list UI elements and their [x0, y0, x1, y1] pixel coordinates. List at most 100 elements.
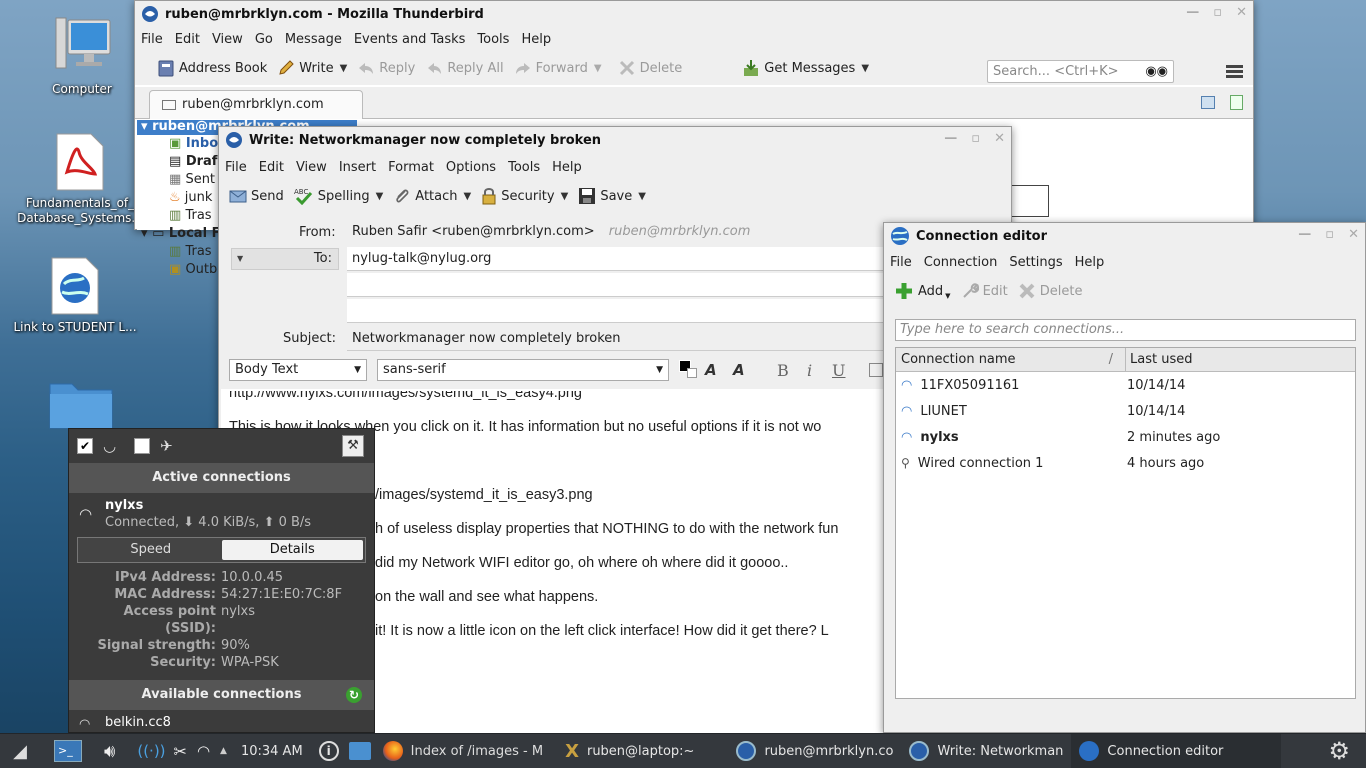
clock[interactable]: 10:34 AM	[241, 744, 303, 759]
settings-wrench-icon[interactable]: ⚒	[342, 435, 364, 457]
menu-settings[interactable]: Settings	[1009, 255, 1062, 270]
info-icon[interactable]: i	[318, 741, 339, 761]
networking-enabled-checkbox[interactable]: ✔	[77, 438, 93, 454]
reply-button[interactable]: Reply	[357, 59, 415, 77]
address-book-button[interactable]: Address Book	[157, 59, 267, 77]
paragraph-format-select[interactable]: Body Text ▼	[229, 359, 367, 381]
active-connection-item[interactable]: ◠ nylxs Connected, ⬇ 4.0 KiB/s, ⬆ 0 B/s	[69, 493, 374, 537]
task-firefox[interactable]: Index of /images - M	[375, 734, 551, 768]
chevron-down-icon[interactable]: ▼	[638, 191, 646, 202]
settings-gear-icon[interactable]: ⚙	[1328, 737, 1350, 765]
forward-button[interactable]: Forward ▼	[514, 59, 602, 77]
search-box[interactable]: Search... <Ctrl+K> ◉◉	[987, 60, 1174, 83]
app-menu-icon[interactable]	[1226, 65, 1243, 78]
menu-file[interactable]: File	[141, 32, 163, 47]
scissors-icon[interactable]: ✂	[174, 742, 187, 761]
wifi-tray-icon[interactable]: ((·))	[137, 742, 165, 760]
maximize-icon[interactable]: ▫	[1213, 5, 1222, 20]
bold-icon[interactable]: B	[777, 361, 789, 380]
underline-icon[interactable]: U	[832, 361, 845, 380]
delete-connection-button[interactable]: Delete	[1018, 282, 1082, 300]
close-icon[interactable]: ✕	[994, 131, 1005, 146]
search-input[interactable]: Search... <Ctrl+K>	[993, 64, 1119, 79]
minimize-icon[interactable]: —	[1298, 227, 1311, 242]
menu-events-tasks[interactable]: Events and Tasks	[354, 32, 466, 47]
menu-tools[interactable]: Tools	[508, 160, 540, 175]
minimize-icon[interactable]: —	[1186, 5, 1199, 20]
italic-icon[interactable]: i	[807, 361, 812, 380]
connection-row[interactable]: ◠ nylxs 2 minutes ago	[897, 424, 1355, 450]
menu-options[interactable]: Options	[446, 160, 496, 175]
connection-editor-titlebar[interactable]: Connection editor — ▫ ✕	[884, 223, 1365, 249]
font-larger-icon[interactable]: A	[733, 361, 745, 379]
menu-view[interactable]: View	[212, 32, 243, 47]
chevron-down-icon[interactable]: ▼	[340, 63, 348, 74]
font-select[interactable]: sans-serif ▼	[377, 359, 669, 381]
close-icon[interactable]: ✕	[1348, 227, 1359, 242]
desktop-icon-link[interactable]: Link to STUDENT L...	[10, 256, 140, 334]
menu-message[interactable]: Message	[285, 32, 342, 47]
save-button[interactable]: Save ▼	[578, 187, 646, 205]
chevron-down-icon[interactable]: ▼	[861, 63, 869, 74]
refresh-icon[interactable]: ↻	[346, 687, 362, 703]
network-tray-icon[interactable]: ◠	[197, 742, 210, 760]
menu-connection[interactable]: Connection	[924, 255, 998, 270]
message-pane-box[interactable]	[1011, 185, 1049, 217]
delete-button[interactable]: Delete	[618, 59, 682, 77]
edit-connection-button[interactable]: Edit	[961, 282, 1008, 300]
menu-file[interactable]: File	[890, 255, 912, 270]
tray-expand-icon[interactable]: ▲	[220, 746, 227, 756]
menu-edit[interactable]: Edit	[259, 160, 284, 175]
spelling-button[interactable]: ABC Spelling ▼	[294, 187, 384, 205]
chevron-down-icon[interactable]: ▼	[945, 292, 950, 300]
folder-icon[interactable]	[48, 378, 114, 430]
task-thunderbird[interactable]: ruben@mrbrklyn.co	[728, 734, 901, 768]
to-type-dropdown[interactable]: ▼ To:	[231, 248, 339, 270]
menu-insert[interactable]: Insert	[339, 160, 376, 175]
volume-icon[interactable]: 🔊︎	[104, 741, 115, 762]
maximize-icon[interactable]: ▫	[1325, 227, 1334, 242]
menu-edit[interactable]: Edit	[175, 32, 200, 47]
layout-icon[interactable]	[1201, 96, 1215, 109]
security-button[interactable]: Security ▼	[481, 187, 568, 205]
menu-format[interactable]: Format	[388, 160, 434, 175]
tab-speed[interactable]: Speed	[80, 540, 222, 560]
desktop-icon-computer[interactable]: Computer	[17, 14, 147, 96]
attach-button[interactable]: Attach ▼	[393, 187, 471, 205]
reply-all-button[interactable]: Reply All	[425, 59, 504, 77]
get-messages-button[interactable]: Get Messages ▼	[742, 59, 869, 77]
calendar-icon[interactable]	[1230, 95, 1243, 110]
thunderbird-titlebar[interactable]: ruben@mrbrklyn.com - Mozilla Thunderbird…	[135, 1, 1253, 27]
minimize-icon[interactable]: —	[944, 131, 957, 146]
bullet-list-icon[interactable]	[869, 363, 883, 377]
text-color-bg-swatch[interactable]	[687, 368, 697, 378]
add-connection-button[interactable]: Add ▼	[894, 281, 951, 301]
folder-taskbar-icon[interactable]	[348, 742, 371, 760]
font-smaller-icon[interactable]: A	[705, 361, 717, 379]
menu-view[interactable]: View	[296, 160, 327, 175]
airplane-mode-checkbox[interactable]	[134, 438, 151, 454]
chevron-down-icon[interactable]: ▼	[376, 191, 384, 202]
compose-titlebar[interactable]: Write: Networkmanager now completely bro…	[219, 127, 1011, 153]
available-connection-item[interactable]: ◠ belkin.cc8	[69, 713, 374, 732]
task-compose[interactable]: Write: Networkman	[901, 734, 1071, 768]
chevron-down-icon[interactable]: ▼	[464, 191, 472, 202]
task-connection-editor[interactable]: Connection editor	[1071, 733, 1282, 768]
menu-go[interactable]: Go	[255, 32, 273, 47]
tab-account[interactable]: ruben@mrbrklyn.com	[149, 90, 363, 119]
chevron-down-icon[interactable]: ▼	[561, 191, 569, 202]
desktop-icon-pdf[interactable]: Fundamentals_of_ Database_Systems...	[15, 132, 145, 226]
close-icon[interactable]: ✕	[1236, 5, 1247, 20]
column-header-name[interactable]: Connection name /	[896, 348, 1126, 371]
write-button[interactable]: Write ▼	[277, 59, 347, 77]
task-terminal[interactable]: X ruben@laptop:~	[557, 734, 702, 768]
menu-help[interactable]: Help	[521, 32, 551, 47]
menu-help[interactable]: Help	[1075, 255, 1105, 270]
menu-tools[interactable]: Tools	[477, 32, 509, 47]
maximize-icon[interactable]: ▫	[971, 131, 980, 146]
connection-row[interactable]: ◠ LIUNET 10/14/14	[897, 398, 1355, 424]
column-header-last-used[interactable]: Last used	[1126, 348, 1192, 371]
connection-row[interactable]: ◠ 11FX05091161 10/14/14	[897, 372, 1355, 398]
connection-search-input[interactable]: Type here to search connections...	[895, 319, 1356, 341]
send-button[interactable]: Send	[229, 187, 284, 205]
